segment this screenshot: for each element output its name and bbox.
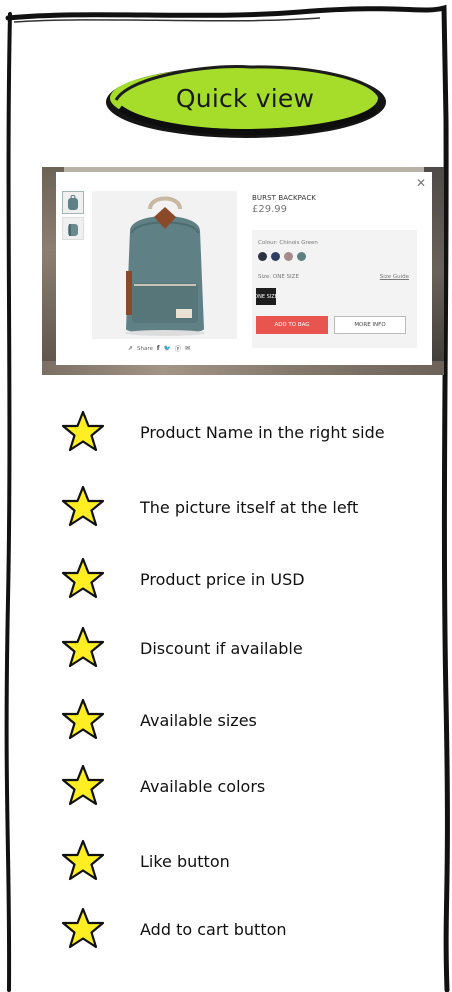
product-name: BURST BACKPACK — [252, 194, 316, 202]
feature-text: Like button — [140, 851, 230, 871]
twitter-icon[interactable]: 🐦 — [164, 345, 171, 352]
feature-item: Product Name in the right side — [60, 409, 385, 455]
colour-swatch[interactable] — [297, 252, 306, 261]
star-icon — [61, 557, 105, 599]
email-icon[interactable]: ✉ — [185, 345, 190, 352]
share-label: Share — [137, 345, 153, 352]
add-to-bag-button[interactable]: ADD TO BAG — [256, 316, 328, 334]
size-label: Size: ONE SIZE — [258, 274, 299, 280]
feature-item: The picture itself at the left — [60, 484, 358, 530]
facebook-icon[interactable]: f — [157, 345, 160, 352]
colour-swatch[interactable] — [271, 252, 280, 261]
colour-swatch[interactable] — [284, 252, 293, 261]
quick-view-header: Quick view — [100, 58, 390, 148]
feature-text: The picture itself at the left — [140, 497, 359, 517]
feature-text: Available colors — [140, 776, 266, 796]
size-option-button[interactable]: ONE SIZE — [256, 288, 276, 305]
star-icon — [61, 626, 105, 668]
star-icon — [61, 764, 105, 806]
star-icon — [61, 839, 105, 881]
feature-text: Add to cart button — [140, 919, 287, 939]
feature-item: Discount if available — [60, 625, 303, 671]
product-image — [92, 191, 237, 339]
product-options: Colour: Chinois Green Size: ONE SIZE Siz… — [252, 230, 417, 348]
feature-item: Add to cart button — [60, 906, 287, 952]
feature-text: Discount if available — [140, 638, 303, 658]
thumbnail-front[interactable] — [62, 191, 84, 214]
backpack-thumb-icon — [68, 223, 78, 236]
star-icon — [61, 410, 105, 452]
colour-label: Colour: Chinois Green — [258, 240, 318, 246]
colour-swatch[interactable] — [258, 252, 267, 261]
feature-text: Product price in USD — [140, 569, 305, 589]
product-price: £29.99 — [252, 204, 287, 215]
slide-page: Quick view ✕ ⇗ Share f 🐦 ⓟ ✉ BURST BACKP… — [0, 0, 452, 992]
star-icon — [61, 698, 105, 740]
feature-item: Like button — [60, 838, 230, 884]
backpack-thumb-icon — [68, 194, 78, 210]
pinterest-icon[interactable]: ⓟ — [175, 344, 181, 353]
backpack-image — [125, 196, 205, 336]
colour-swatches — [258, 252, 306, 261]
feature-text: Available sizes — [140, 710, 257, 730]
product-info: BURST BACKPACK £29.99 — [252, 194, 414, 215]
share-icon[interactable]: ⇗ — [128, 345, 133, 352]
feature-item: Available colors — [60, 763, 265, 809]
close-icon[interactable]: ✕ — [416, 177, 426, 189]
star-icon — [61, 907, 105, 949]
quick-view-modal: ✕ ⇗ Share f 🐦 ⓟ ✉ BURST BACKPACK £29.99 … — [56, 172, 432, 365]
thumbnail-back[interactable] — [62, 217, 84, 240]
share-row: ⇗ Share f 🐦 ⓟ ✉ — [128, 344, 190, 353]
thumbnail-list — [62, 191, 84, 243]
page-title: Quick view — [175, 83, 315, 113]
star-icon — [61, 485, 105, 527]
feature-item: Product price in USD — [60, 556, 305, 602]
feature-item: Available sizes — [60, 697, 257, 743]
feature-text: Product Name in the right side — [140, 422, 385, 442]
more-info-button[interactable]: MORE INFO — [334, 316, 406, 334]
quick-view-screenshot: ✕ ⇗ Share f 🐦 ⓟ ✉ BURST BACKPACK £29.99 … — [42, 167, 444, 375]
size-guide-link[interactable]: Size Guide — [380, 274, 409, 280]
